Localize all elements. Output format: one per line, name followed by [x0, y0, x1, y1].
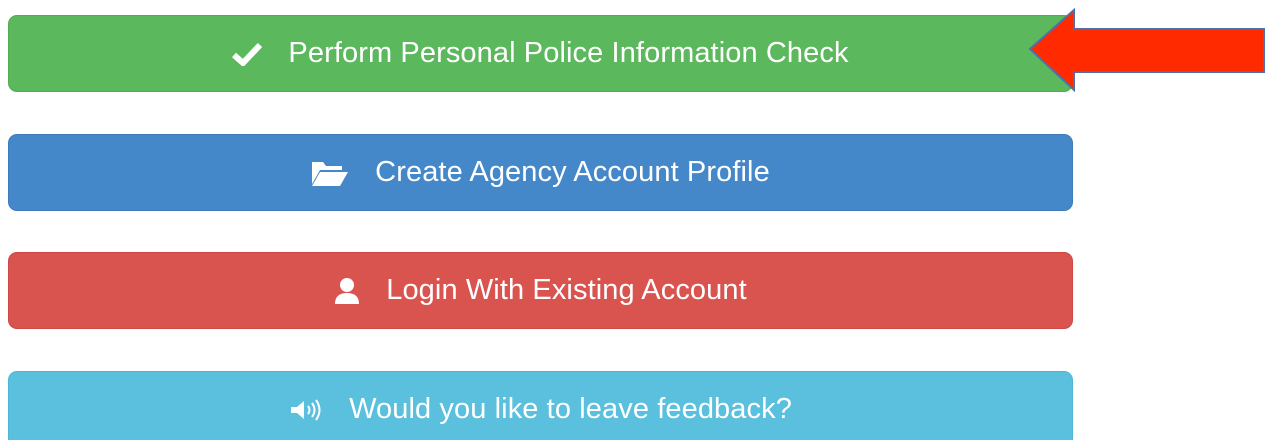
checkmark-icon: [232, 42, 263, 66]
folder-open-icon: [311, 159, 349, 187]
login-button[interactable]: Login With Existing Account: [8, 252, 1073, 329]
create-agency-button[interactable]: Create Agency Account Profile: [8, 134, 1073, 211]
speaker-icon: [289, 398, 323, 421]
user-icon: [334, 277, 360, 305]
police-check-button[interactable]: Perform Personal Police Information Chec…: [8, 15, 1073, 92]
feedback-button[interactable]: Would you like to leave feedback?: [8, 371, 1073, 440]
button-panel: Perform Personal Police Information Chec…: [0, 0, 1272, 440]
feedback-label: Would you like to leave feedback?: [349, 393, 792, 425]
red-arrow-pointing-left: [1028, 7, 1265, 93]
create-agency-label: Create Agency Account Profile: [375, 156, 770, 188]
login-label: Login With Existing Account: [386, 274, 747, 306]
police-check-label: Perform Personal Police Information Chec…: [288, 37, 849, 69]
